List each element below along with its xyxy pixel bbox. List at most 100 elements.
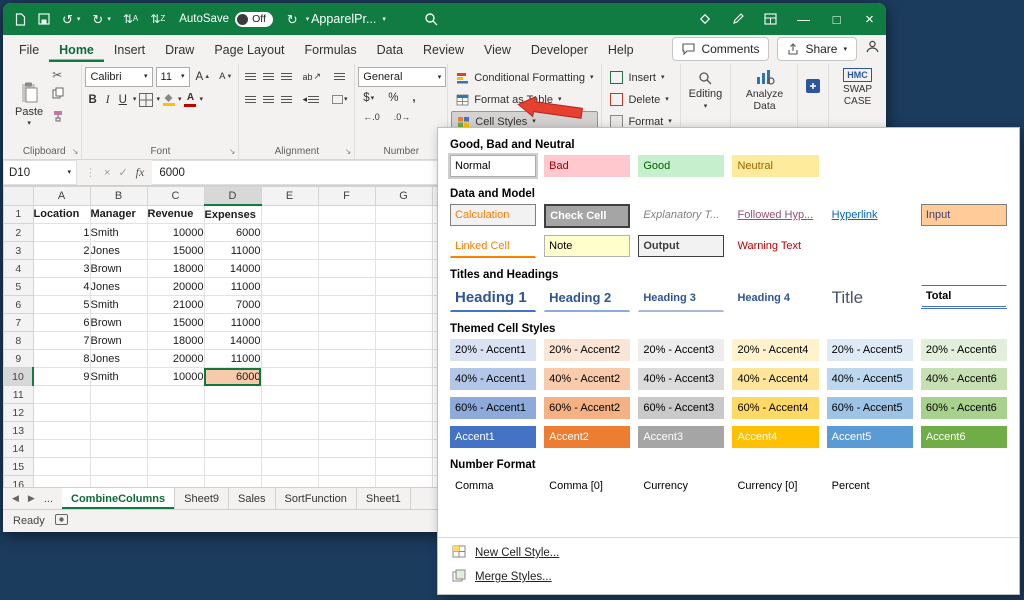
align-bottom-icon[interactable] (281, 73, 292, 81)
cell-G4[interactable] (375, 260, 432, 278)
row-header-3[interactable]: 3 (4, 242, 34, 260)
italic-button[interactable]: I (103, 93, 113, 107)
cell-C9[interactable]: 20000 (147, 350, 204, 368)
cell-C1[interactable]: Revenue (147, 205, 204, 224)
cell-C16[interactable] (147, 476, 204, 488)
cell-D1[interactable]: Expenses (204, 205, 261, 224)
cell-A14[interactable] (33, 440, 90, 458)
column-header-C[interactable]: C (147, 187, 204, 206)
cell-B11[interactable] (90, 386, 147, 404)
cell-style-60-accent2[interactable]: 60% - Accent2 (544, 397, 630, 419)
insert-cells-button[interactable]: Insert▾ (605, 67, 677, 88)
font-name-select[interactable]: Calibri▾ (85, 67, 152, 87)
cell-D8[interactable]: 14000 (204, 332, 261, 350)
cell-G12[interactable] (375, 404, 432, 422)
cell-style-good[interactable]: Good (638, 155, 724, 177)
cell-D16[interactable] (204, 476, 261, 488)
share-button[interactable]: Share▾ (777, 37, 857, 61)
cell-B12[interactable] (90, 404, 147, 422)
row-header-4[interactable]: 4 (4, 260, 34, 278)
select-all-button[interactable] (4, 187, 34, 206)
row-header-14[interactable]: 14 (4, 440, 34, 458)
cell-D14[interactable] (204, 440, 261, 458)
cell-B16[interactable] (90, 476, 147, 488)
borders-icon[interactable] (139, 93, 153, 107)
cell-style-40-accent4[interactable]: 40% - Accent4 (732, 368, 818, 390)
cell-B1[interactable]: Manager (90, 205, 147, 224)
underline-button[interactable]: U (116, 93, 130, 107)
column-header-D[interactable]: D (204, 187, 261, 206)
row-header-16[interactable]: 16 (4, 476, 34, 488)
cell-G5[interactable] (375, 278, 432, 296)
column-header-F[interactable]: F (318, 187, 375, 206)
cell-style-percent[interactable]: Percent (827, 475, 913, 497)
cell-style-bad[interactable]: Bad (544, 155, 630, 177)
cell-F15[interactable] (318, 458, 375, 476)
copy-icon[interactable] (52, 86, 64, 104)
pencil-icon[interactable] (721, 3, 754, 35)
cell-style-heading-1[interactable]: Heading 1 (450, 285, 536, 312)
orientation-icon[interactable]: ab↗ (299, 70, 324, 83)
cell-style-accent1[interactable]: Accent1 (450, 426, 536, 448)
column-header-B[interactable]: B (90, 187, 147, 206)
cell-B10[interactable]: Smith (90, 368, 147, 386)
cell-F3[interactable] (318, 242, 375, 260)
cell-F16[interactable] (318, 476, 375, 488)
grid-icon[interactable] (754, 3, 787, 35)
cell-D4[interactable]: 14000 (204, 260, 261, 278)
chevron-down-icon[interactable]: ▾ (133, 96, 137, 103)
row-header-1[interactable]: 1 (4, 205, 34, 224)
cell-A1[interactable]: Location (33, 205, 90, 224)
increase-decimal-button[interactable]: ←.0 (360, 111, 383, 123)
cell-B9[interactable]: Jones (90, 350, 147, 368)
decrease-font-button[interactable]: A▼ (216, 70, 235, 83)
comments-button[interactable]: Comments (672, 37, 769, 61)
ribbon-tab-developer[interactable]: Developer (521, 38, 598, 62)
cell-style-60-accent4[interactable]: 60% - Accent4 (732, 397, 818, 419)
row-header-11[interactable]: 11 (4, 386, 34, 404)
wrap-text-icon[interactable] (331, 72, 348, 82)
enter-icon[interactable]: ✓ (118, 166, 127, 179)
cell-A6[interactable]: 5 (33, 296, 90, 314)
diamond-icon[interactable] (688, 3, 721, 35)
cell-E7[interactable] (261, 314, 318, 332)
cell-B2[interactable]: Smith (90, 224, 147, 242)
editing-button[interactable]: Editing ▾ (684, 66, 726, 110)
cell-A9[interactable]: 8 (33, 350, 90, 368)
cell-B3[interactable]: Jones (90, 242, 147, 260)
bold-button[interactable]: B (85, 93, 99, 107)
column-header-A[interactable]: A (33, 187, 90, 206)
cell-F4[interactable] (318, 260, 375, 278)
cell-D12[interactable] (204, 404, 261, 422)
row-header-6[interactable]: 6 (4, 296, 34, 314)
cell-F9[interactable] (318, 350, 375, 368)
row-header-13[interactable]: 13 (4, 422, 34, 440)
cell-style-total[interactable]: Total (921, 285, 1007, 309)
cell-style-title[interactable]: Title (827, 285, 913, 311)
cell-style-warning-text[interactable]: Warning Text (732, 235, 818, 257)
ribbon-tab-formulas[interactable]: Formulas (295, 38, 367, 62)
align-right-icon[interactable] (281, 96, 292, 104)
cell-D9[interactable]: 11000 (204, 350, 261, 368)
paste-button[interactable]: Paste ▾ (10, 66, 48, 143)
minimize-button[interactable]: — (787, 3, 820, 35)
cell-style-60-accent6[interactable]: 60% - Accent6 (921, 397, 1007, 419)
insert-function-icon[interactable]: fx (136, 165, 145, 180)
sheet-tab-combinecolumns[interactable]: CombineColumns (62, 488, 175, 509)
drag-handle-icon[interactable]: ⋮ (85, 166, 96, 179)
cell-D6[interactable]: 7000 (204, 296, 261, 314)
cell-style-explanatory-t[interactable]: Explanatory T... (638, 204, 724, 226)
row-header-12[interactable]: 12 (4, 404, 34, 422)
cell-style-20-accent6[interactable]: 20% - Accent6 (921, 339, 1007, 361)
cell-E11[interactable] (261, 386, 318, 404)
cell-style-60-accent5[interactable]: 60% - Accent5 (827, 397, 913, 419)
next-sheet-icon[interactable]: ▶ (28, 493, 35, 504)
cell-B4[interactable]: Brown (90, 260, 147, 278)
cell-style-accent5[interactable]: Accent5 (827, 426, 913, 448)
column-header-E[interactable]: E (261, 187, 318, 206)
cell-A12[interactable] (33, 404, 90, 422)
cell-E6[interactable] (261, 296, 318, 314)
macro-record-icon[interactable] (55, 514, 68, 528)
format-painter-icon[interactable] (52, 109, 64, 127)
cell-style-currency-0[interactable]: Currency [0] (732, 475, 818, 497)
